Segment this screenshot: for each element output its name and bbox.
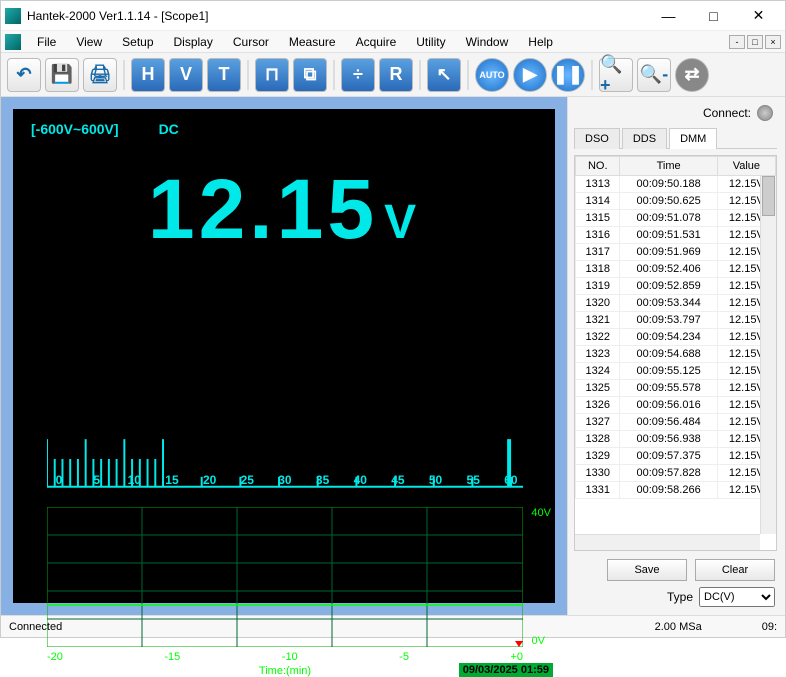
tab-dds[interactable]: DDS bbox=[622, 128, 667, 149]
tab-dmm[interactable]: DMM bbox=[669, 128, 717, 149]
vscrollbar[interactable] bbox=[760, 176, 776, 534]
zoom-out-icon: 🔍- bbox=[640, 64, 668, 85]
table-row[interactable]: 133100:09:58.26612.15V bbox=[576, 482, 776, 499]
table-row[interactable]: 132400:09:55.12512.15V bbox=[576, 363, 776, 380]
titlebar: Hantek-2000 Ver1.1.14 - [Scope1] — □ ✕ bbox=[1, 1, 785, 31]
connect-led-icon bbox=[757, 105, 773, 121]
timestamp-badge: 09/03/2025 01:59 bbox=[459, 663, 553, 677]
toolbar: ↶ 💾 🖨 H V T ⊓ ⧉ ÷ R ↖ AUTO ▶ ❚❚ 🔍+ 🔍- ⇄ bbox=[1, 53, 785, 97]
table-row[interactable]: 132200:09:54.23412.15V bbox=[576, 329, 776, 346]
table-row[interactable]: 131700:09:51.96912.15V bbox=[576, 244, 776, 261]
col-header[interactable]: Time bbox=[620, 157, 717, 176]
mdi-minimize-button[interactable]: - bbox=[729, 35, 745, 49]
horizontal-button[interactable]: H bbox=[131, 58, 165, 92]
menu-measure[interactable]: Measure bbox=[279, 33, 346, 51]
table-row[interactable]: 131500:09:51.07812.15V bbox=[576, 210, 776, 227]
zoom-out-button[interactable]: 🔍- bbox=[637, 58, 671, 92]
hscrollbar[interactable] bbox=[575, 534, 760, 550]
math-button[interactable]: ÷ bbox=[341, 58, 375, 92]
menu-file[interactable]: File bbox=[27, 33, 66, 51]
clear-log-button[interactable]: Clear bbox=[695, 559, 775, 581]
menu-utility[interactable]: Utility bbox=[406, 33, 455, 51]
minimize-button[interactable]: — bbox=[646, 2, 691, 30]
hist-xlabel: Time:(min) bbox=[47, 665, 523, 677]
menu-window[interactable]: Window bbox=[456, 33, 519, 51]
history-chart: 40V 0V -20-15-10-5+0 Time:(min) 09/03/20… bbox=[47, 507, 523, 677]
side-panel: Connect: DSODDSDMM NO.TimeValue 131300:0… bbox=[567, 97, 785, 615]
table-row[interactable]: 133000:09:57.82812.15V bbox=[576, 465, 776, 482]
bargraph bbox=[47, 414, 523, 504]
menu-cursor[interactable]: Cursor bbox=[223, 33, 279, 51]
tab-dso[interactable]: DSO bbox=[574, 128, 620, 149]
save-button[interactable]: 💾 bbox=[45, 58, 79, 92]
table-row[interactable]: 131400:09:50.62512.15V bbox=[576, 193, 776, 210]
col-header[interactable]: Value bbox=[717, 157, 775, 176]
menu-acquire[interactable]: Acquire bbox=[346, 33, 407, 51]
wave1-button[interactable]: ⊓ bbox=[255, 58, 289, 92]
table-row[interactable]: 132700:09:56.48412.15V bbox=[576, 414, 776, 431]
menubar: FileViewSetupDisplayCursorMeasureAcquire… bbox=[1, 31, 785, 53]
save-log-button[interactable]: Save bbox=[607, 559, 687, 581]
hist-ymin: 0V bbox=[532, 635, 545, 647]
sync-button[interactable]: ⇄ bbox=[675, 58, 709, 92]
status-time: 09: bbox=[762, 621, 777, 633]
zoom-in-icon: 🔍+ bbox=[600, 54, 632, 96]
ref-button[interactable]: R bbox=[379, 58, 413, 92]
type-select[interactable]: DC(V) bbox=[699, 587, 775, 607]
menu-setup[interactable]: Setup bbox=[112, 33, 163, 51]
table-row[interactable]: 131800:09:52.40612.15V bbox=[576, 261, 776, 278]
auto-button[interactable]: AUTO bbox=[475, 58, 509, 92]
doc-icon bbox=[5, 34, 21, 50]
table-row[interactable]: 131600:09:51.53112.15V bbox=[576, 227, 776, 244]
vertical-button[interactable]: V bbox=[169, 58, 203, 92]
hist-xaxis: -20-15-10-5+0 bbox=[47, 651, 523, 663]
open-icon: ↶ bbox=[16, 64, 31, 85]
table-row[interactable]: 132100:09:53.79712.15V bbox=[576, 312, 776, 329]
app-icon bbox=[5, 8, 21, 24]
table-row[interactable]: 132900:09:57.37512.15V bbox=[576, 448, 776, 465]
side-tabs: DSODDSDMM bbox=[574, 127, 777, 149]
table-row[interactable]: 131900:09:52.85912.15V bbox=[576, 278, 776, 295]
close-button[interactable]: ✕ bbox=[736, 2, 781, 30]
menu-help[interactable]: Help bbox=[518, 33, 563, 51]
dmm-reading: 12.15V bbox=[13, 149, 555, 251]
window-title: Hantek-2000 Ver1.1.14 - [Scope1] bbox=[27, 9, 646, 23]
mode-label: DC bbox=[159, 121, 179, 137]
scope-panel: [-600V~600V] DC 12.15V 05101520253035404… bbox=[1, 97, 567, 615]
range-label: [-600V~600V] bbox=[31, 121, 119, 137]
status-sample-rate: 2.00 MSa bbox=[655, 621, 702, 633]
trigger-button[interactable]: T bbox=[207, 58, 241, 92]
open-button[interactable]: ↶ bbox=[7, 58, 41, 92]
wave2-button[interactable]: ⧉ bbox=[293, 58, 327, 92]
run-button[interactable]: ▶ bbox=[513, 58, 547, 92]
mdi-restore-button[interactable]: □ bbox=[747, 35, 763, 49]
connect-label: Connect: bbox=[703, 106, 751, 120]
save-icon: 💾 bbox=[51, 64, 73, 85]
hist-ymax: 40V bbox=[531, 507, 551, 519]
table-row[interactable]: 132300:09:54.68812.15V bbox=[576, 346, 776, 363]
table-row[interactable]: 132500:09:55.57812.15V bbox=[576, 380, 776, 397]
col-header[interactable]: NO. bbox=[576, 157, 620, 176]
menu-display[interactable]: Display bbox=[164, 33, 223, 51]
table-row[interactable]: 132000:09:53.34412.15V bbox=[576, 295, 776, 312]
print-button[interactable]: 🖨 bbox=[83, 58, 117, 92]
menu-view[interactable]: View bbox=[66, 33, 112, 51]
cursor-button[interactable]: ↖ bbox=[427, 58, 461, 92]
zoom-in-button[interactable]: 🔍+ bbox=[599, 58, 633, 92]
maximize-button[interactable]: □ bbox=[691, 2, 736, 30]
table-row[interactable]: 132600:09:56.01612.15V bbox=[576, 397, 776, 414]
table-row[interactable]: 131300:09:50.18812.15V bbox=[576, 176, 776, 193]
type-label: Type bbox=[667, 590, 693, 604]
table-row[interactable]: 132800:09:56.93812.15V bbox=[576, 431, 776, 448]
print-icon: 🖨 bbox=[89, 64, 112, 85]
measurement-table: NO.TimeValue 131300:09:50.18812.15V13140… bbox=[574, 155, 777, 551]
pause-button[interactable]: ❚❚ bbox=[551, 58, 585, 92]
bargraph-scale: 051015202530354045505560 bbox=[47, 473, 523, 487]
scope-display: [-600V~600V] DC 12.15V 05101520253035404… bbox=[13, 109, 555, 603]
mdi-close-button[interactable]: × bbox=[765, 35, 781, 49]
